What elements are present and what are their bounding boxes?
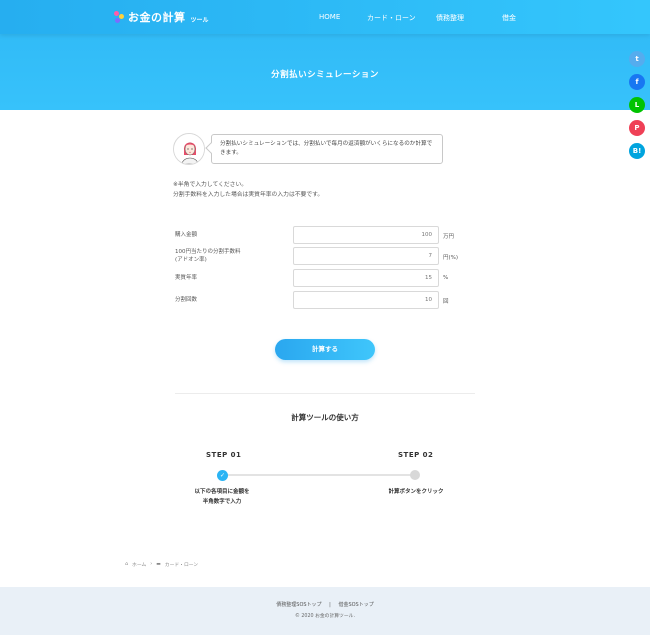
step-1-label: STEP 01 bbox=[206, 451, 242, 459]
purchase-amount-label: 購入金額 bbox=[175, 232, 198, 238]
form-row-annual-rate: 実質年率 % bbox=[175, 269, 475, 287]
installment-fee-unit: 円(%) bbox=[443, 255, 459, 261]
installment-fee-label: 100円当たりの分割手数料 (アドオン率) bbox=[175, 249, 241, 263]
form-row-purchase-amount: 購入金額 万円 bbox=[175, 226, 475, 244]
form-row-installment-fee: 100円当たりの分割手数料 (アドオン率) 円(%) bbox=[175, 247, 475, 265]
purchase-amount-input[interactable] bbox=[293, 226, 439, 244]
calculate-button[interactable]: 計算する bbox=[275, 339, 375, 360]
chevron-right-icon: › bbox=[150, 562, 153, 567]
step-2-label: STEP 02 bbox=[398, 451, 434, 459]
person-illustration-icon bbox=[174, 134, 204, 164]
avatar bbox=[173, 133, 205, 165]
step-2-description: 計算ボタンをクリック bbox=[388, 489, 444, 495]
breadcrumb-category[interactable]: カード・ローン bbox=[165, 561, 198, 568]
footer-link-debt[interactable]: 借金SOSトップ bbox=[338, 602, 373, 608]
installment-count-unit: 回 bbox=[443, 299, 449, 305]
installment-count-label: 分割回数 bbox=[175, 297, 198, 303]
page-title: 分割払いシミュレーション bbox=[271, 70, 379, 80]
hatena-icon[interactable]: B! bbox=[629, 143, 645, 159]
main-nav: HOME カード・ローン 債務整理 借金 bbox=[0, 13, 650, 23]
line-icon[interactable]: L bbox=[629, 97, 645, 113]
form-row-installment-count: 分割回数 回 bbox=[175, 291, 475, 309]
twitter-icon[interactable]: t bbox=[629, 51, 645, 67]
step-progress-line bbox=[224, 474, 414, 476]
intro-speech-bubble: 分割払いシミュレーションでは、分割払いで毎月の返済額がいくらになるのか計算できま… bbox=[211, 134, 443, 164]
home-icon: ⌂ bbox=[125, 562, 129, 567]
nav-item-card-loan[interactable]: カード・ローン bbox=[367, 13, 416, 23]
installment-fee-input[interactable] bbox=[293, 247, 439, 265]
step-1-description: 以下の各項目に金額を 半角数字で入力 bbox=[194, 489, 250, 505]
footer-link-divider: | bbox=[329, 602, 331, 608]
installment-count-input[interactable] bbox=[293, 291, 439, 309]
note-fee: 分割手数料を入力した場合は実質年率の入力は不要です。 bbox=[173, 192, 324, 198]
input-notes: ※半角で入力してください。 分割手数料を入力した場合は実質年率の入力は不要です。 bbox=[173, 180, 323, 200]
facebook-icon[interactable]: f bbox=[629, 74, 645, 90]
folder-icon: ▬ bbox=[156, 562, 161, 567]
footer-link-debt-consolidation[interactable]: 債務整理SOSトップ bbox=[276, 602, 321, 608]
annual-rate-input[interactable] bbox=[293, 269, 439, 287]
annual-rate-unit: % bbox=[443, 275, 449, 281]
annual-rate-label: 実質年率 bbox=[175, 275, 198, 281]
footer bbox=[0, 587, 650, 635]
breadcrumb: ⌂ ホーム › ▬ カード・ローン bbox=[125, 561, 198, 568]
share-buttons: t f L P B! bbox=[629, 51, 645, 159]
copyright: © 2020 お金の計算ツール. bbox=[295, 614, 355, 619]
nav-item-debt-consolidation[interactable]: 債務整理 bbox=[436, 13, 464, 23]
howto-title: 計算ツールの使い方 bbox=[291, 413, 359, 422]
step-2-dot bbox=[410, 470, 420, 480]
checkmark-icon: ✓ bbox=[217, 470, 228, 481]
section-divider bbox=[175, 393, 475, 394]
footer-links: 債務整理SOSトップ | 借金SOSトップ bbox=[0, 601, 650, 608]
pocket-icon[interactable]: P bbox=[629, 120, 645, 136]
top-navigation-bar: お金の計算 ツール HOME カード・ローン 債務整理 借金 bbox=[0, 0, 650, 34]
breadcrumb-home[interactable]: ホーム bbox=[132, 561, 146, 568]
purchase-amount-unit: 万円 bbox=[443, 234, 455, 240]
nav-item-home[interactable]: HOME bbox=[319, 13, 340, 21]
note-halfwidth: ※半角で入力してください。 bbox=[173, 182, 248, 188]
nav-item-debt[interactable]: 借金 bbox=[502, 13, 516, 23]
